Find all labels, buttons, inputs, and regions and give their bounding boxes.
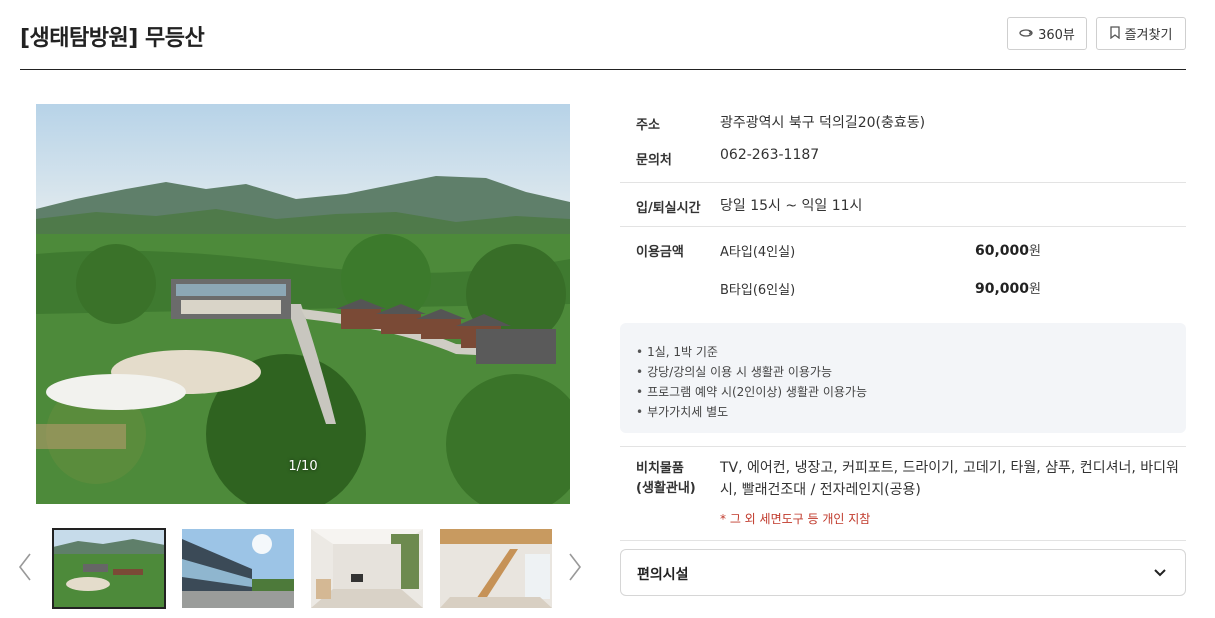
- panorama-icon: [1019, 27, 1033, 41]
- contact-label: 문의처: [636, 153, 672, 168]
- page-header: [생태탐방원] 무등산 360뷰 즐겨찾기: [20, 0, 1186, 70]
- favorite-button[interactable]: 즐겨찾기: [1096, 17, 1186, 50]
- favorite-label: 즐겨찾기: [1124, 28, 1173, 43]
- thumbnail-2[interactable]: [182, 529, 294, 608]
- chevron-down-icon: [1153, 562, 1167, 586]
- price-label: 이용금액: [636, 245, 684, 260]
- thumbnail-aerial-photo: [53, 529, 165, 608]
- address-value: 광주광역시 북구 덕의길20(충효동): [720, 115, 926, 131]
- page-title: [생태탐방원] 무등산: [20, 26, 205, 51]
- price-type-a: A타입(4인실): [720, 245, 796, 260]
- eco-center-aerial-photo: [36, 104, 570, 504]
- checkin-row: 입/퇴실시간 당일 15시 ~ 익일 11시: [620, 183, 1186, 227]
- chevron-left-icon: [18, 553, 31, 581]
- notes-box: 1실, 1박 기준 강당/강의실 이용 시 생활관 이용가능 프로그램 예약 시…: [620, 323, 1186, 433]
- price-type-b: B타입(6인실): [720, 283, 796, 298]
- thumbnail-3[interactable]: [311, 529, 423, 608]
- price-a-unit: 원: [1029, 244, 1041, 259]
- gallery-prev-button[interactable]: [18, 552, 32, 588]
- gallery-next-button[interactable]: [568, 552, 582, 588]
- amenities-note: * 그 외 세면도구 등 개인 지참: [720, 512, 871, 526]
- amenities-label: 비치물품 (생활관내): [636, 459, 696, 499]
- view-360-button[interactable]: 360뷰: [1007, 17, 1087, 50]
- amenities-value: TV, 에어컨, 냉장고, 커피포트, 드라이기, 고데기, 타월, 샴푸, 컨…: [720, 460, 1179, 498]
- contact-value: 062-263-1187: [720, 147, 820, 163]
- price-b: 90,000원: [975, 278, 1041, 297]
- thumbnail-building-photo: [182, 529, 294, 608]
- facility-accordion[interactable]: 편의시설: [620, 549, 1186, 596]
- divider: [620, 540, 1186, 541]
- info-table: 주소 광주광역시 북구 덕의길20(충효동) 문의처 062-263-1187 …: [620, 104, 1186, 315]
- divider: [620, 446, 1186, 447]
- gallery-counter: 1/10: [288, 459, 318, 474]
- amenities-label-line1: 비치물품: [636, 461, 684, 476]
- bookmark-icon: [1109, 25, 1120, 42]
- chevron-right-icon: [569, 553, 582, 581]
- price-a: 60,000원: [975, 240, 1041, 259]
- checkin-label: 입/퇴실시간: [636, 201, 701, 216]
- checkin-value: 당일 15시 ~ 익일 11시: [720, 198, 863, 214]
- price-b-amount: 90,000: [975, 281, 1030, 297]
- amenities-label-line2: (생활관내): [636, 481, 696, 496]
- thumbnail-4[interactable]: [440, 529, 552, 608]
- address-contact-row: 주소 광주광역시 북구 덕의길20(충효동) 문의처 062-263-1187: [620, 104, 1186, 183]
- thumbnail-room-photo: [311, 529, 423, 608]
- main-photo[interactable]: 1/10: [36, 104, 570, 504]
- address-label: 주소: [636, 118, 660, 133]
- note-item: 프로그램 예약 시(2인이상) 생활관 이용가능: [636, 382, 1170, 402]
- notes-list: 1실, 1박 기준 강당/강의실 이용 시 생활관 이용가능 프로그램 예약 시…: [636, 342, 1170, 422]
- note-item: 부가가치세 별도: [636, 402, 1170, 422]
- facility-label: 편의시설: [637, 567, 689, 583]
- thumbnail-loft-photo: [440, 529, 552, 608]
- price-a-amount: 60,000: [975, 243, 1030, 259]
- note-item: 강당/강의실 이용 시 생활관 이용가능: [636, 362, 1170, 382]
- note-item: 1실, 1박 기준: [636, 342, 1170, 362]
- view-360-label: 360뷰: [1038, 28, 1075, 43]
- price-b-unit: 원: [1029, 282, 1041, 297]
- price-row: 이용금액 A타입(4인실) 60,000원 B타입(6인실) 90,000원: [620, 227, 1186, 315]
- thumbnail-1[interactable]: [52, 528, 166, 609]
